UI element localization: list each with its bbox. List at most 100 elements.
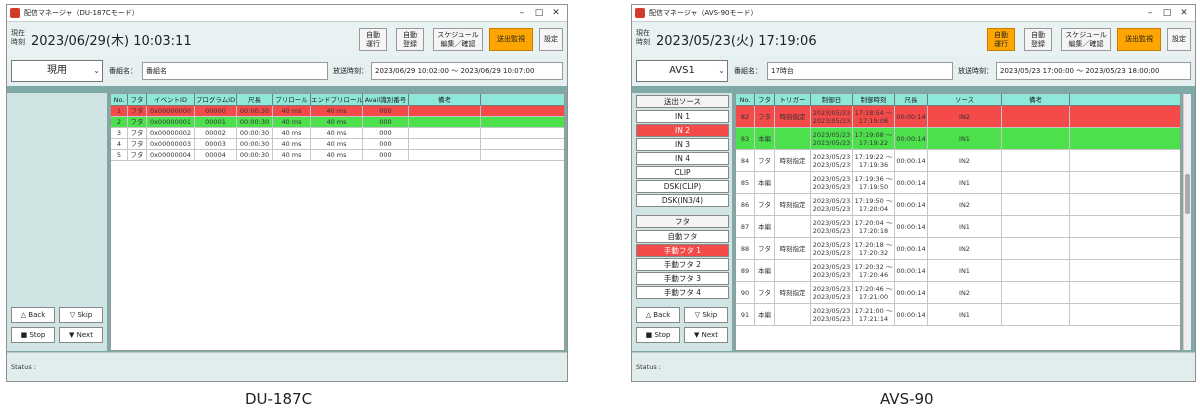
auto-register-button[interactable]: 自動 登録: [396, 28, 424, 51]
column-header[interactable]: 備考: [409, 94, 481, 106]
source-button[interactable]: DSK(IN3/4): [636, 194, 729, 207]
table-row[interactable]: 83 本編 2023/05/23 2023/05/23 17:19:08 〜 17:1…: [736, 128, 1180, 150]
control-panel: △ Back ▽ Skip ■ Stop ▼ Next: [7, 93, 107, 351]
table-cell: [1070, 150, 1180, 171]
source-button[interactable]: IN 2: [636, 124, 729, 137]
column-header[interactable]: [1070, 94, 1180, 106]
monitor-button[interactable]: 送出監視: [489, 28, 533, 51]
column-header[interactable]: 備考: [1002, 94, 1070, 106]
source-button[interactable]: IN 3: [636, 138, 729, 151]
table-cell: 2023/05/23 2023/05/23: [811, 106, 853, 127]
settings-button[interactable]: 設定: [1167, 28, 1191, 51]
back-button[interactable]: △ Back: [636, 307, 680, 323]
table-row[interactable]: 87 本編 2023/05/23 2023/05/23 17:20:04 〜 17:2…: [736, 216, 1180, 238]
monitor-button[interactable]: 送出監視: [1117, 28, 1161, 51]
airtime-label: 放送時刻：: [333, 67, 368, 75]
column-header[interactable]: No.: [736, 94, 755, 106]
table-row[interactable]: 90 フタ 時刻指定 2023/05/23 2023/05/23 17:20:46 〜 …: [736, 282, 1180, 304]
column-header[interactable]: 尺長: [237, 94, 273, 106]
column-header[interactable]: 尺長: [895, 94, 928, 106]
table-row[interactable]: 88 フタ 時刻指定 2023/05/23 2023/05/23 17:20:18 〜 …: [736, 238, 1180, 260]
column-header[interactable]: トリガー: [775, 94, 811, 106]
minimize-icon[interactable]: –: [515, 7, 529, 19]
auto-run-button[interactable]: 自動 運行: [987, 28, 1015, 51]
table-cell: 00003: [195, 139, 237, 149]
futa-button[interactable]: 自動フタ: [636, 230, 729, 243]
minimize-icon[interactable]: –: [1143, 7, 1157, 19]
column-header[interactable]: プログラムID: [195, 94, 237, 106]
source-button[interactable]: IN 4: [636, 152, 729, 165]
column-header[interactable]: イベントID: [147, 94, 195, 106]
maximize-icon[interactable]: □: [532, 7, 546, 19]
back-button[interactable]: △ Back: [11, 307, 55, 323]
futa-button[interactable]: 手動フタ 3: [636, 272, 729, 285]
table-row[interactable]: 1 フタ 0x00000000 00000 00:00:30 40 ms 40 ms 000: [111, 106, 564, 117]
column-header[interactable]: プリロール: [273, 94, 311, 106]
program-name-field[interactable]: 番組名: [142, 62, 328, 80]
futa-button[interactable]: 手動フタ 2: [636, 258, 729, 271]
table-cell: 00:00:14: [895, 282, 928, 303]
table-cell: 2023/05/23 2023/05/23: [811, 150, 853, 171]
schedule-button[interactable]: スケジュール 編集／確認: [433, 28, 483, 51]
table-row[interactable]: 82 フタ 時刻指定 2023/05/23 2023/05/23 17:18:54 〜 …: [736, 106, 1180, 128]
auto-register-button[interactable]: 自動 登録: [1024, 28, 1052, 51]
close-icon[interactable]: ✕: [1177, 7, 1191, 19]
airtime-field[interactable]: 2023/06/29 10:02:00 〜 2023/06/29 10:07:0…: [371, 62, 563, 80]
settings-button[interactable]: 設定: [539, 28, 563, 51]
table-cell: 87: [736, 216, 755, 237]
futa-button[interactable]: 手動フタ 4: [636, 286, 729, 299]
source-button[interactable]: DSK(CLIP): [636, 180, 729, 193]
column-header[interactable]: Avail識別番号: [363, 94, 409, 106]
table-cell: 00:00:30: [237, 150, 273, 160]
table-cell: 17:20:04 〜 17:20:18: [853, 216, 895, 237]
scrollbar-thumb[interactable]: [1185, 174, 1190, 214]
table-row[interactable]: 85 本編 2023/05/23 2023/05/23 17:19:36 〜 17:1…: [736, 172, 1180, 194]
table-row[interactable]: 86 フタ 時刻指定 2023/05/23 2023/05/23 17:19:50 〜 …: [736, 194, 1180, 216]
next-button[interactable]: ▼ Next: [59, 327, 103, 343]
maximize-icon[interactable]: □: [1160, 7, 1174, 19]
table-row[interactable]: 3 フタ 0x00000002 00002 00:00:30 40 ms 40 ms 000: [111, 128, 564, 139]
table-cell: フタ: [128, 128, 147, 138]
column-header[interactable]: ソース: [928, 94, 1002, 106]
auto-run-button[interactable]: 自動 運行: [359, 28, 387, 51]
title-bar: 配信マネージャ（DU-187Cモード） – □ ✕: [7, 5, 567, 22]
table-cell: IN2: [928, 194, 1002, 215]
column-header[interactable]: フタ: [128, 94, 147, 106]
table-row[interactable]: 4 フタ 0x00000003 00003 00:00:30 40 ms 40 ms 000: [111, 139, 564, 150]
table-cell: IN1: [928, 128, 1002, 149]
column-header[interactable]: エンドプリロール: [311, 94, 363, 106]
table-cell: [775, 172, 811, 193]
table-row[interactable]: 91 本編 2023/05/23 2023/05/23 17:21:00 〜 17:2…: [736, 304, 1180, 326]
line-select[interactable]: AVS1 ⌄: [636, 60, 728, 82]
futa-button[interactable]: 手動フタ 1: [636, 244, 729, 257]
scrollbar[interactable]: [1183, 94, 1191, 350]
column-header[interactable]: [481, 94, 564, 106]
next-button[interactable]: ▼ Next: [684, 327, 728, 343]
table-row[interactable]: 5 フタ 0x00000004 00004 00:00:30 40 ms 40 ms 000: [111, 150, 564, 161]
table-cell: 00004: [195, 150, 237, 160]
table-cell: 2023/05/23 2023/05/23: [811, 194, 853, 215]
table-cell: 5: [111, 150, 128, 160]
stop-button[interactable]: ■ Stop: [636, 327, 680, 343]
source-button[interactable]: CLIP: [636, 166, 729, 179]
table-cell: フタ: [755, 106, 775, 127]
table-row[interactable]: 84 フタ 時刻指定 2023/05/23 2023/05/23 17:19:22 〜 …: [736, 150, 1180, 172]
airtime-field[interactable]: 2023/05/23 17:00:00 〜 2023/05/23 18:00:0…: [996, 62, 1191, 80]
skip-button[interactable]: ▽ Skip: [684, 307, 728, 323]
table-cell: 88: [736, 238, 755, 259]
stop-button[interactable]: ■ Stop: [11, 327, 55, 343]
column-header[interactable]: フタ: [755, 94, 775, 106]
current-time: 2023/05/23(火) 17:19:06: [656, 34, 817, 49]
line-select[interactable]: 現用 ⌄: [11, 60, 103, 82]
table-row[interactable]: 89 本編 2023/05/23 2023/05/23 17:20:32 〜 17:2…: [736, 260, 1180, 282]
table-row[interactable]: 2 フタ 0x00000001 00001 00:00:30 40 ms 40 ms 000: [111, 117, 564, 128]
skip-button[interactable]: ▽ Skip: [59, 307, 103, 323]
column-header[interactable]: 制御日: [811, 94, 853, 106]
column-header[interactable]: No.: [111, 94, 128, 106]
schedule-button[interactable]: スケジュール 編集／確認: [1061, 28, 1111, 51]
source-button[interactable]: IN 1: [636, 110, 729, 123]
table-cell: [481, 139, 564, 149]
close-icon[interactable]: ✕: [549, 7, 563, 19]
program-name-field[interactable]: 17時台: [767, 62, 953, 80]
column-header[interactable]: 制御時刻: [853, 94, 895, 106]
